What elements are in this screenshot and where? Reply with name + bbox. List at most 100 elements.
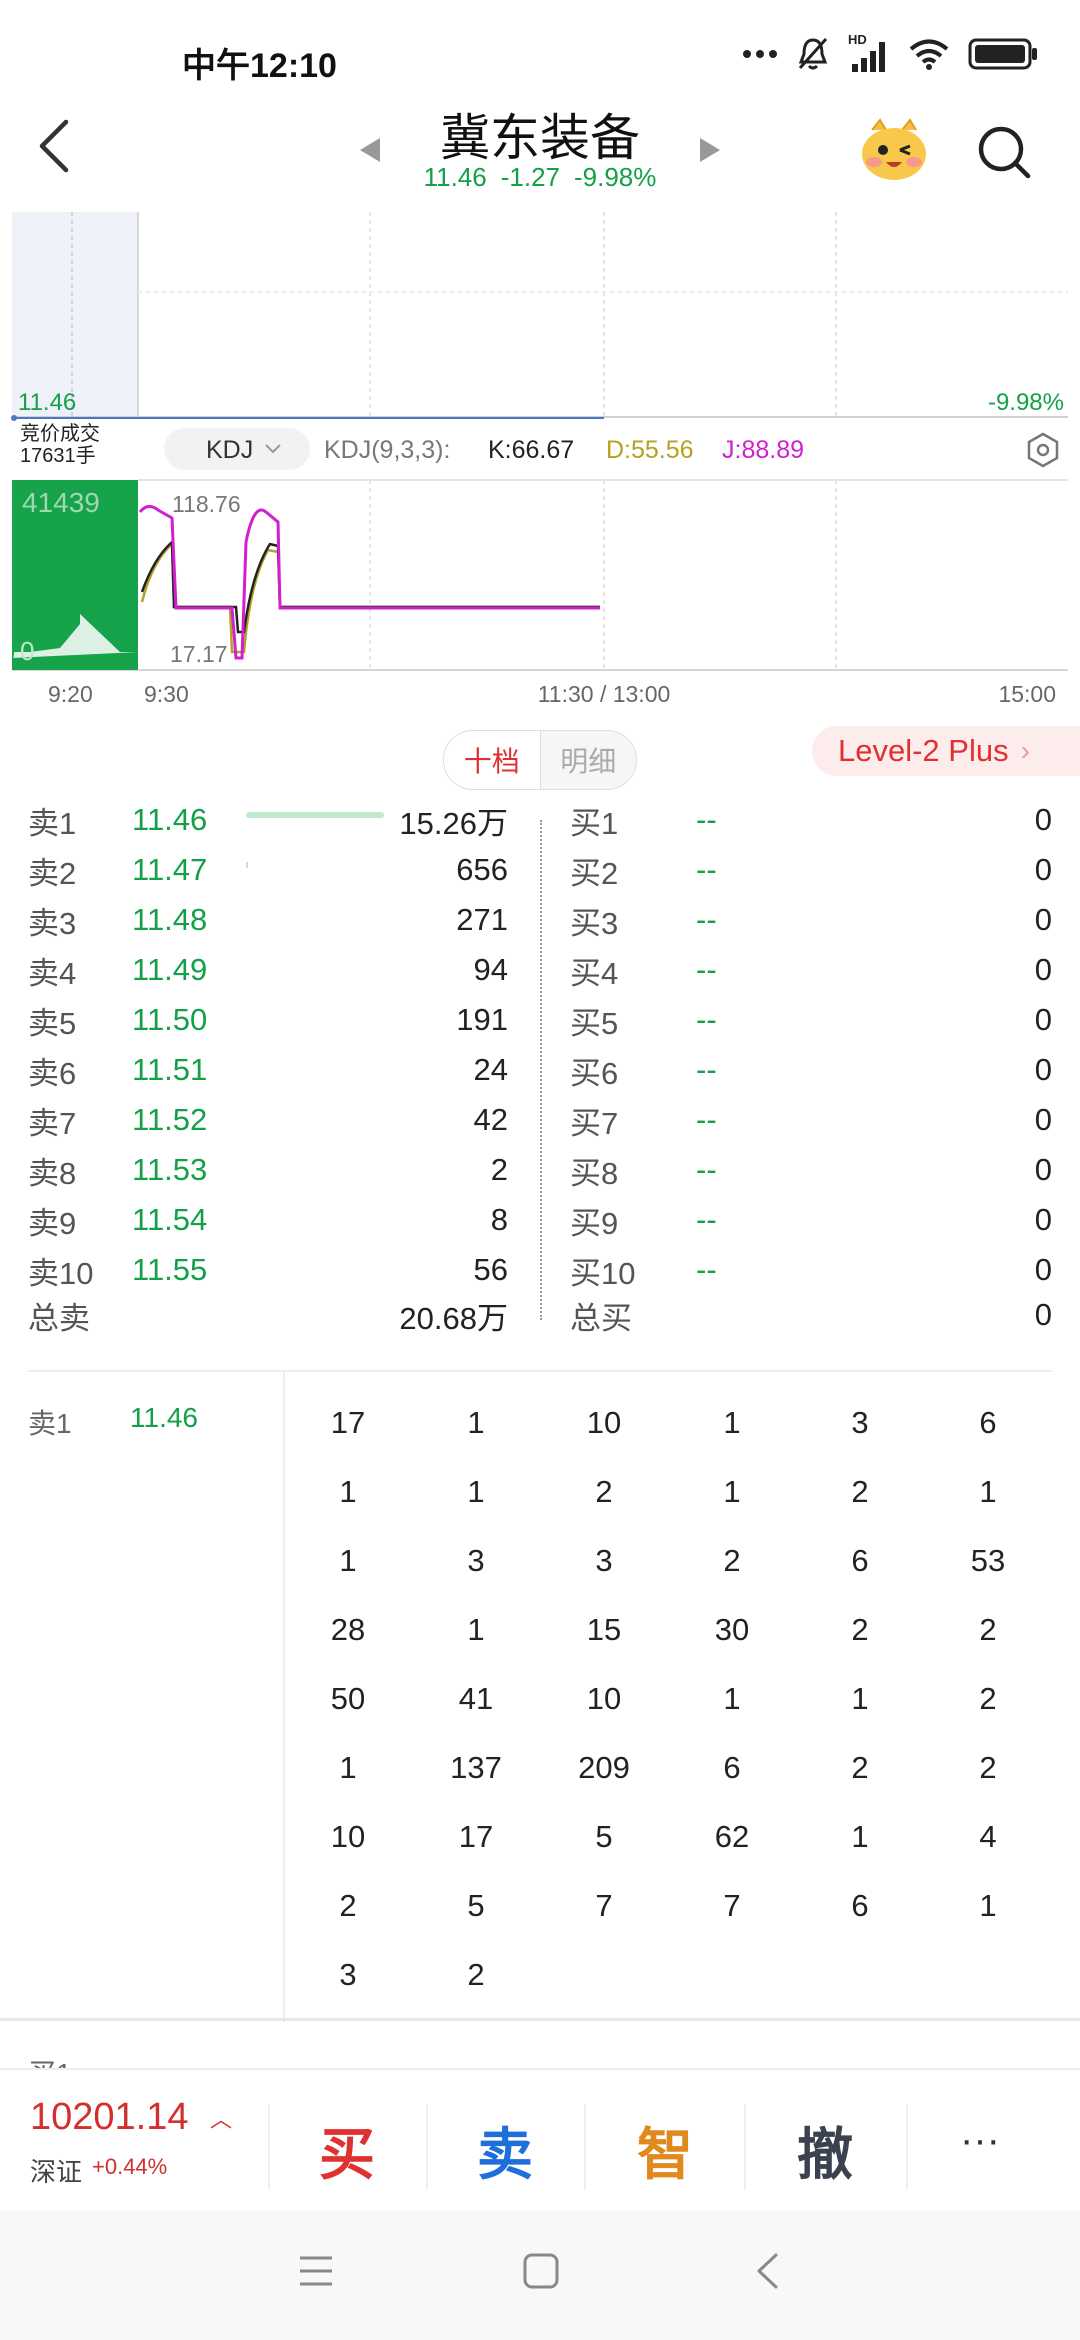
sell-level-label: 卖5 bbox=[28, 1005, 77, 1041]
buy-level-label: 买1 bbox=[570, 805, 619, 841]
home-icon[interactable] bbox=[522, 2252, 560, 2290]
mascot-button[interactable] bbox=[858, 116, 930, 184]
buy-level-row[interactable]: 买6 -- 0 bbox=[570, 1045, 1052, 1095]
next-stock-button[interactable] bbox=[698, 136, 722, 169]
sell-level-volume: 191 bbox=[456, 1002, 508, 1037]
auction-min-label: 0 bbox=[20, 636, 34, 666]
detail-cell: 2 bbox=[723, 1543, 741, 1578]
sell2-volume-bar bbox=[246, 862, 248, 868]
back-nav-icon[interactable] bbox=[754, 2252, 780, 2290]
detail-cell: 4 bbox=[979, 1819, 997, 1854]
menu-icon[interactable] bbox=[298, 2254, 334, 2288]
level2-plus-button[interactable]: Level-2 Plus › bbox=[812, 726, 1080, 776]
cancel-order-button[interactable]: 撤 bbox=[750, 2110, 900, 2191]
detail-cell: 1 bbox=[723, 1405, 741, 1440]
sell-level-price: 11.51 bbox=[132, 1052, 208, 1087]
time-label-midday: 11:30 / 13:00 bbox=[538, 681, 671, 707]
buy-level-row[interactable]: 买9 -- 0 bbox=[570, 1195, 1052, 1245]
buy-level-volume: 0 bbox=[1034, 952, 1052, 987]
time-label-0930: 9:30 bbox=[144, 681, 189, 707]
sell-level-volume: 2 bbox=[490, 1152, 508, 1187]
triangle-right-icon bbox=[700, 138, 720, 162]
indicator-params: KDJ(9,3,3): bbox=[324, 436, 450, 464]
index-value[interactable]: 10201.14 bbox=[30, 2096, 189, 2139]
sell-button[interactable]: 卖 bbox=[430, 2110, 580, 2191]
kdj-min-label: 17.17 bbox=[170, 641, 228, 667]
buy-level-price: -- bbox=[696, 1202, 717, 1237]
detail-cell: 1 bbox=[339, 1543, 357, 1578]
smart-button[interactable]: 智 bbox=[590, 2110, 740, 2191]
level2-plus-label: Level-2 Plus bbox=[838, 733, 1009, 768]
buy-level-row[interactable]: 买5 -- 0 bbox=[570, 995, 1052, 1045]
sell-level-row[interactable]: 卖3 11.48 271 bbox=[28, 895, 508, 945]
detail-cell: 1 bbox=[723, 1681, 741, 1716]
sell-level-label: 卖7 bbox=[28, 1105, 77, 1141]
sell-level-price: 11.53 bbox=[132, 1152, 208, 1187]
wifi-icon bbox=[909, 39, 949, 70]
buy-level-row[interactable]: 买1 -- 0 bbox=[570, 795, 1052, 845]
sell-level-row[interactable]: 卖7 11.52 42 bbox=[28, 1095, 508, 1145]
detail-cell: 17 bbox=[330, 1405, 366, 1440]
more-dots-icon bbox=[743, 50, 777, 58]
tab-ten-levels[interactable]: 十档 bbox=[444, 731, 541, 789]
buy-level-label: 买3 bbox=[570, 905, 619, 941]
indicator-settings-icon[interactable] bbox=[1027, 432, 1059, 468]
sell1-volume-bar bbox=[246, 812, 384, 818]
sell-level-price: 11.55 bbox=[132, 1252, 208, 1287]
status-time: 中午12:10 bbox=[182, 47, 337, 85]
sell-level-price: 11.47 bbox=[132, 852, 208, 887]
buy-level-price: -- bbox=[696, 802, 717, 837]
sell-level-row[interactable]: 卖9 11.54 8 bbox=[28, 1195, 508, 1245]
total-sell-label: 总卖 bbox=[28, 1300, 90, 1336]
detail-cell: 10 bbox=[330, 1819, 366, 1854]
buy-level-volume: 0 bbox=[1034, 802, 1052, 837]
detail-cell: 10 bbox=[586, 1681, 622, 1716]
detail-cell: 62 bbox=[714, 1819, 750, 1854]
detail-cell: 3 bbox=[467, 1543, 485, 1578]
sell-level-row[interactable]: 卖6 11.51 24 bbox=[28, 1045, 508, 1095]
detail-cell: 30 bbox=[714, 1612, 750, 1647]
buy-level-label: 买6 bbox=[570, 1055, 619, 1091]
buy-level-row[interactable]: 买3 -- 0 bbox=[570, 895, 1052, 945]
stock-change-pct: -9.98% bbox=[574, 162, 657, 192]
sell-level-volume: 271 bbox=[456, 902, 508, 937]
more-button[interactable]: ··· bbox=[960, 2118, 1000, 2163]
sell-level-row[interactable]: 卖2 11.47 656 bbox=[28, 845, 508, 895]
buy-level-row[interactable]: 买7 -- 0 bbox=[570, 1095, 1052, 1145]
detail-cell: 3 bbox=[851, 1405, 869, 1440]
buy-level-volume: 0 bbox=[1034, 1152, 1052, 1187]
sell-level-volume: 56 bbox=[473, 1252, 508, 1287]
detail-cell: 2 bbox=[339, 1888, 357, 1923]
sell-level-volume: 42 bbox=[473, 1102, 508, 1137]
detail-cell: 53 bbox=[970, 1543, 1006, 1578]
sell-level-row[interactable]: 卖1 11.46 15.26万 bbox=[28, 795, 508, 845]
sell-level-row[interactable]: 卖8 11.53 2 bbox=[28, 1145, 508, 1195]
sell-level-volume: 8 bbox=[490, 1202, 508, 1237]
detail-cell: 5 bbox=[595, 1819, 613, 1854]
buy-button[interactable]: 买 bbox=[272, 2110, 422, 2191]
auction-price-area bbox=[12, 212, 138, 417]
tab-details[interactable]: 明细 bbox=[540, 731, 636, 789]
sell-level-row[interactable]: 卖5 11.50 191 bbox=[28, 995, 508, 1045]
detail-cell: 17 bbox=[458, 1819, 494, 1854]
sell-level-row[interactable]: 卖10 11.55 56 bbox=[28, 1245, 508, 1295]
sell-level-row[interactable]: 卖4 11.49 94 bbox=[28, 945, 508, 995]
kdj-k-value: K:66.67 bbox=[488, 436, 574, 464]
detail-cell: 3 bbox=[339, 1957, 357, 1992]
price-label-right: -9.98% bbox=[988, 389, 1064, 416]
intraday-chart[interactable]: 11.46 -9.98% 竞价成交 17631手 KDJ KDJ(9,3,3):… bbox=[0, 212, 1080, 712]
buy-level-row[interactable]: 买2 -- 0 bbox=[570, 845, 1052, 895]
detail-cell: 1 bbox=[339, 1750, 357, 1785]
detail-cell: 2 bbox=[467, 1957, 485, 1992]
sell-level-price: 11.50 bbox=[132, 1002, 208, 1037]
sell-level-price: 11.54 bbox=[132, 1202, 208, 1237]
total-buy-row: 总买 0 bbox=[570, 1290, 1052, 1340]
search-button[interactable] bbox=[976, 124, 1032, 180]
detail-cell: 6 bbox=[723, 1750, 741, 1785]
buy-level-row[interactable]: 买10 -- 0 bbox=[570, 1245, 1052, 1295]
buy-level-row[interactable]: 买4 -- 0 bbox=[570, 945, 1052, 995]
sell-level-volume: 94 bbox=[473, 952, 508, 987]
buy-level-row[interactable]: 买8 -- 0 bbox=[570, 1145, 1052, 1195]
detail-cell: 137 bbox=[450, 1750, 502, 1785]
sell-level-volume: 15.26万 bbox=[399, 805, 508, 841]
